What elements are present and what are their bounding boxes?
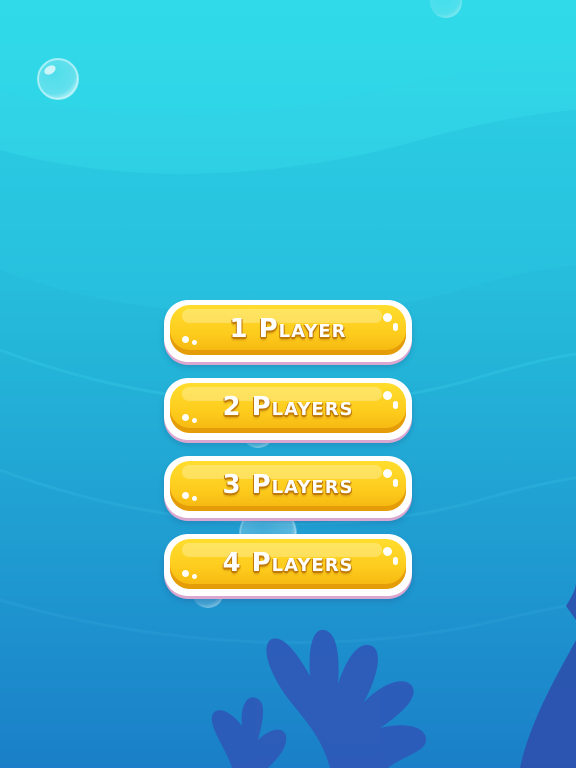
one-player-button[interactable]: 1 Player	[164, 300, 412, 362]
three-players-button[interactable]: 3 Players	[164, 456, 412, 518]
button-label: 4 Players	[222, 548, 354, 578]
four-players-button[interactable]: 4 Players	[164, 534, 412, 596]
two-players-button[interactable]: 2 Players	[164, 378, 412, 440]
bubble-icon	[37, 58, 79, 100]
button-label: 1 Player	[229, 314, 347, 344]
button-label: 3 Players	[222, 470, 354, 500]
button-label: 2 Players	[222, 392, 354, 422]
game-menu-screen: 1 Player 2 Players 3 Players 4 Players	[0, 0, 576, 768]
player-count-menu: 1 Player 2 Players 3 Players 4 Players	[164, 300, 412, 612]
